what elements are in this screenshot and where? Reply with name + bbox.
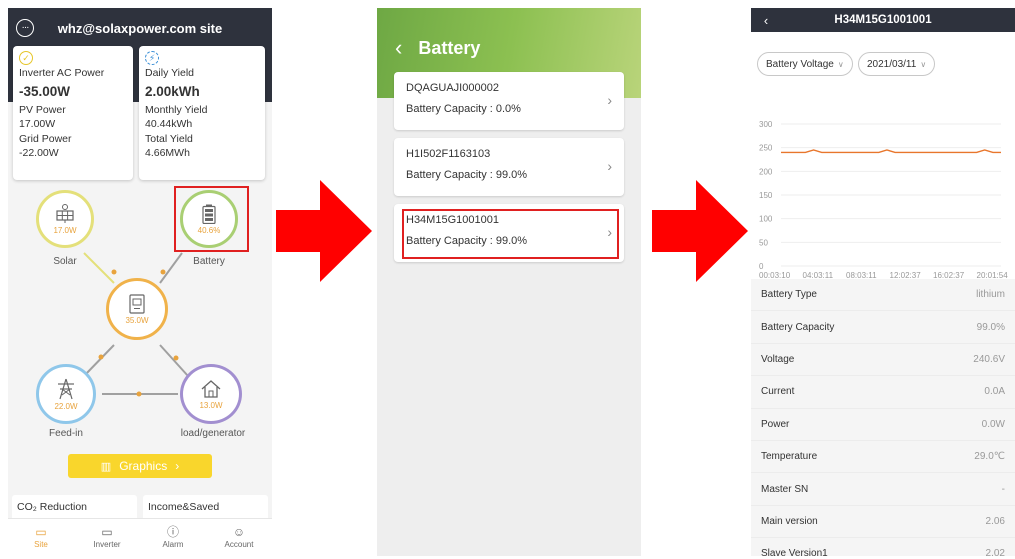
graphics-label: Graphics	[119, 459, 168, 473]
battery-detail-list: Battery Type lithium Battery Capacity 99.0%…	[751, 279, 1015, 556]
battery-sn: DQAGUAJI000002	[406, 82, 499, 94]
tab-account[interactable]: ☺ Account	[206, 519, 272, 556]
inverter-icon	[129, 293, 145, 314]
y-tick-label: 100	[759, 215, 773, 224]
detail-key: Battery Type	[761, 289, 817, 301]
detail-row: Main version 2.06	[751, 505, 1015, 539]
detail-value: 240.6V	[973, 353, 1005, 365]
detail-row: Power 0.0W	[751, 408, 1015, 441]
battery-capacity: Battery Capacity : 99.0%	[406, 169, 528, 181]
detail-row: Master SN -	[751, 473, 1015, 506]
back-icon[interactable]: ‹	[395, 35, 402, 61]
income-title: Income&Saved	[148, 501, 220, 513]
detail-key: Power	[761, 418, 790, 430]
detail-key: Master SN	[761, 483, 809, 495]
feedin-node[interactable]: 22.0W	[36, 364, 96, 424]
detail-value: 2.02	[985, 548, 1005, 556]
detail-value: 0.0A	[984, 386, 1005, 398]
right-arrow-icon	[652, 180, 748, 282]
tab-label: Account	[224, 540, 254, 549]
detail-row: Slave Version1 2.02	[751, 538, 1015, 556]
chevron-right-icon: ›	[175, 459, 180, 473]
date-select[interactable]: 2021/03/11 ∨	[858, 52, 936, 76]
detail-value: lithium	[976, 289, 1005, 301]
right-arrow-icon	[276, 180, 372, 282]
battery-list-item[interactable]: H1I502F1163103 Battery Capacity : 99.0% …	[394, 138, 624, 196]
co2-title: CO₂ Reduction	[17, 501, 88, 513]
selected-battery-highlight	[402, 209, 619, 259]
tab-inverter[interactable]: ▭ Inverter	[74, 519, 140, 556]
battery-voltage-chart: 30025020015010050000:03:10 04:03:11 08:03:…	[759, 120, 1008, 280]
solar-value: 17.0W	[53, 225, 77, 235]
solar-panel-icon	[56, 203, 74, 223]
feedin-value: 22.0W	[54, 401, 78, 411]
detail-key: Main version	[761, 515, 818, 527]
site-icon: ▭	[35, 525, 47, 539]
feedin-label: Feed-in	[49, 428, 83, 439]
tab-site[interactable]: ▭ Site	[8, 519, 74, 556]
battery-label: Battery	[193, 256, 225, 267]
detail-header: ‹ H34M15G1001001	[751, 8, 1015, 32]
load-label: load/generator	[180, 428, 246, 439]
detail-value: 2.06	[985, 515, 1005, 527]
tab-label: Site	[34, 540, 48, 549]
y-tick-label: 150	[759, 191, 773, 200]
detail-row: Battery Type lithium	[751, 279, 1015, 312]
y-tick-label: 200	[759, 167, 773, 176]
detail-value: 99.0%	[976, 321, 1005, 333]
battery-list-item[interactable]: DQAGUAJI000002 Battery Capacity : 0.0% ›	[394, 72, 624, 130]
page-title: H34M15G1001001	[834, 14, 932, 26]
metric-select[interactable]: Battery Voltage ∨	[757, 52, 853, 76]
detail-row: Battery Capacity 99.0%	[751, 311, 1015, 344]
inverter-value: 35.0W	[125, 315, 149, 325]
chevron-right-icon: ›	[607, 92, 612, 108]
detail-value: 29.0℃	[974, 451, 1005, 463]
tab-alarm[interactable]: ⓘ Alarm	[140, 519, 206, 556]
battery-capacity: Battery Capacity : 0.0%	[406, 103, 521, 115]
back-icon[interactable]: ‹	[751, 13, 781, 28]
detail-key: Current	[761, 386, 795, 398]
site-overview-screen: ··· whz@solaxpower.com site ✓ Inverter A…	[8, 8, 272, 556]
y-tick-label: 0	[759, 262, 764, 271]
detail-key: Battery Capacity	[761, 321, 835, 333]
detail-key: Temperature	[761, 451, 818, 463]
voltage-series-line	[781, 149, 1001, 154]
detail-key: Slave Version1	[761, 548, 828, 556]
metric-select-value: Battery Voltage	[766, 58, 834, 70]
load-node[interactable]: 13.0W	[180, 364, 242, 424]
detail-key: Voltage	[761, 353, 795, 365]
y-tick-label: 300	[759, 120, 773, 129]
chevron-down-icon: ∨	[837, 59, 844, 69]
alarm-icon: ⓘ	[166, 525, 179, 539]
inverter-tab-icon: ▭	[101, 525, 113, 539]
power-tower-icon	[58, 378, 74, 399]
battery-sn: H1I502F1163103	[406, 148, 491, 160]
graphics-button[interactable]: ▥ Graphics ›	[68, 454, 212, 478]
inverter-node[interactable]: 35.0W	[106, 278, 168, 340]
date-select-value: 2021/03/11	[867, 58, 917, 70]
chevron-right-icon: ›	[607, 158, 612, 174]
page-title: Battery	[418, 37, 481, 58]
chevron-down-icon: ∨	[920, 59, 927, 69]
y-tick-label: 250	[759, 144, 773, 153]
solar-label: Solar	[53, 256, 77, 267]
house-icon	[201, 379, 221, 398]
solar-node[interactable]: 17.0W	[36, 190, 94, 248]
chart-section: Battery Voltage ∨ 2021/03/11 ∨ 300 250 200…	[751, 32, 1015, 294]
battery-detail-screen: ‹ H34M15G1001001 Battery Voltage ∨ 2021/…	[751, 8, 1015, 556]
load-value: 13.0W	[199, 400, 223, 410]
detail-value: -	[1001, 483, 1005, 495]
detail-row: Voltage 240.6V	[751, 343, 1015, 377]
battery-highlight-box	[174, 186, 249, 252]
detail-row: Temperature 29.0℃	[751, 440, 1015, 474]
bar-chart-icon: ▥	[100, 460, 112, 473]
tab-label: Alarm	[162, 540, 184, 549]
account-icon: ☺	[232, 525, 246, 539]
battery-list-screen: ‹ Battery DQAGUAJI000002 Battery Capacit…	[377, 8, 641, 556]
bottom-tab-bar: ▭ Site ▭ Inverter ⓘ Alarm ☺ Account	[8, 518, 272, 556]
detail-row: Current 0.0A	[751, 376, 1015, 409]
y-tick-label: 50	[759, 238, 768, 247]
tab-label: Inverter	[93, 540, 121, 549]
detail-value: 0.0W	[981, 418, 1005, 430]
